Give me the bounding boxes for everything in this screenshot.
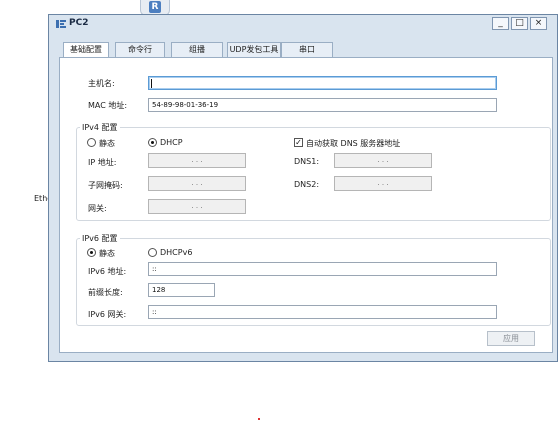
prefix-length-label: 前缀长度: bbox=[88, 288, 123, 297]
subnet-mask-input[interactable]: . . . bbox=[148, 176, 246, 191]
hostname-input[interactable] bbox=[148, 76, 497, 90]
mac-label: MAC 地址: bbox=[88, 101, 128, 110]
hostname-label: 主机名: bbox=[88, 79, 115, 88]
ipv6-dhcp-label: DHCPv6 bbox=[160, 248, 193, 257]
ipv4-dhcp-label: DHCP bbox=[160, 138, 183, 147]
dns2-label: DNS2: bbox=[294, 180, 320, 189]
subnet-mask-label: 子网掩码: bbox=[88, 181, 123, 190]
badge-letter: R bbox=[149, 1, 161, 13]
ipv6-address-label: IPv6 地址: bbox=[88, 267, 127, 276]
ipv6-static-label: 静态 bbox=[99, 249, 115, 258]
basic-config-panel: 主机名: MAC 地址: 54-89-98-01-36-19 IPv4 配置 静… bbox=[59, 57, 553, 353]
auto-dns-checkbox[interactable]: ✓ bbox=[294, 138, 303, 147]
window-title: PC2 bbox=[69, 18, 89, 28]
tab-udp-tool[interactable]: UDP发包工具 bbox=[227, 42, 281, 57]
gateway-label: 网关: bbox=[88, 204, 107, 213]
auto-dns-label: 自动获取 DNS 服务器地址 bbox=[306, 139, 401, 148]
ipv6-legend: IPv6 配置 bbox=[80, 233, 120, 244]
tab-command-line[interactable]: 命令行 bbox=[115, 42, 165, 57]
dns1-input[interactable]: . . . bbox=[334, 153, 432, 168]
maximize-button[interactable]: □ bbox=[511, 17, 528, 30]
ipv6-address-input[interactable]: :: bbox=[148, 262, 497, 276]
dns2-input[interactable]: . . . bbox=[334, 176, 432, 191]
tab-basic-config[interactable]: 基础配置 bbox=[63, 42, 109, 58]
ipv6-static-radio[interactable] bbox=[87, 248, 96, 257]
tab-serial[interactable]: 串口 bbox=[281, 42, 333, 57]
ipv6-gateway-label: IPv6 网关: bbox=[88, 310, 127, 319]
ipv6-gateway-input[interactable]: :: bbox=[148, 305, 497, 319]
prefix-length-input[interactable]: 128 bbox=[148, 283, 215, 297]
pc-config-window: PC2 _ □ × 基础配置 命令行 组播 UDP发包工具 串口 主机名: MA… bbox=[48, 14, 558, 362]
title-bar[interactable]: PC2 _ □ × bbox=[49, 15, 557, 33]
ip-address-input[interactable]: . . . bbox=[148, 153, 246, 168]
minimize-button[interactable]: _ bbox=[492, 17, 509, 30]
text-caret bbox=[151, 79, 152, 88]
background-marker bbox=[258, 418, 260, 420]
close-button[interactable]: × bbox=[530, 17, 547, 30]
mac-input[interactable]: 54-89-98-01-36-19 bbox=[148, 98, 497, 112]
ipv4-static-radio[interactable] bbox=[87, 138, 96, 147]
ipv4-dhcp-radio[interactable] bbox=[148, 138, 157, 147]
pc-app-icon bbox=[56, 20, 66, 28]
tab-multicast[interactable]: 组播 bbox=[171, 42, 223, 57]
ipv6-dhcp-radio[interactable] bbox=[148, 248, 157, 257]
ipv4-legend: IPv4 配置 bbox=[80, 122, 120, 133]
apply-button[interactable]: 应用 bbox=[487, 331, 535, 346]
ipv4-static-label: 静态 bbox=[99, 139, 115, 148]
ip-address-label: IP 地址: bbox=[88, 158, 117, 167]
gateway-input[interactable]: . . . bbox=[148, 199, 246, 214]
dns1-label: DNS1: bbox=[294, 157, 320, 166]
